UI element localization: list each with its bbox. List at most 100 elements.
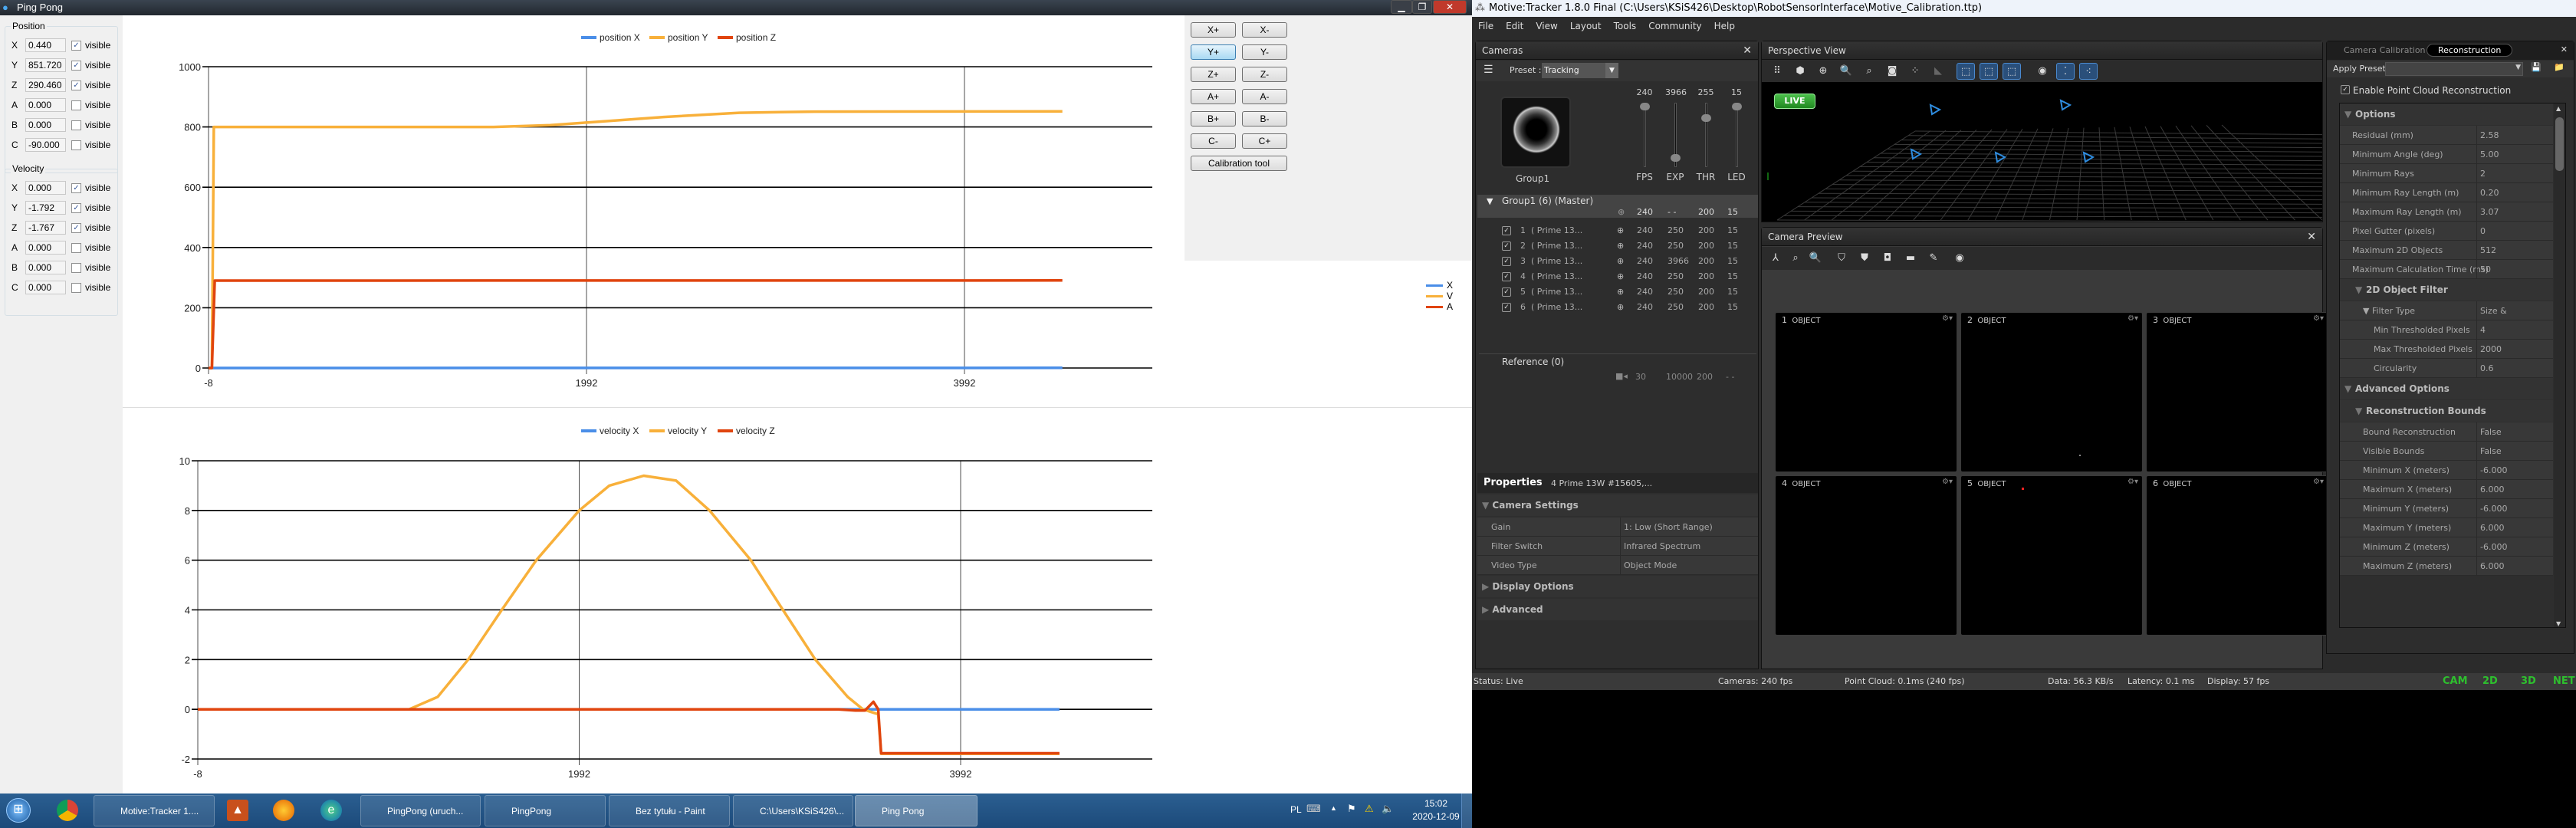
- section-header[interactable]: ▼ Reconstruction Bounds: [2340, 400, 2553, 422]
- action-center-icon[interactable]: ⚑: [1347, 803, 1356, 815]
- property-row[interactable]: Gain 1: Low (Short Range): [1477, 518, 1758, 537]
- camera-enabled-checkbox[interactable]: ✓: [1502, 226, 1511, 235]
- 3d-viewport[interactable]: [1762, 82, 2322, 222]
- clock-time[interactable]: 15:02: [1417, 798, 1455, 809]
- property-value[interactable]: -6.000: [2476, 499, 2553, 518]
- property-row[interactable]: Minimum X (meters) -6.000: [2340, 461, 2553, 480]
- tab-camera-calibration[interactable]: Camera Calibration: [2344, 45, 2426, 55]
- menu-tools[interactable]: Tools: [1614, 21, 1637, 31]
- thr-slider-thumb[interactable]: [1701, 114, 1711, 123]
- eye-icon[interactable]: ◉: [1950, 250, 1969, 267]
- property-value[interactable]: Infrared Spectrum: [1620, 537, 1758, 556]
- edge-icon[interactable]: e: [320, 800, 342, 821]
- preset-dropdown[interactable]: Tracking ▼: [1542, 63, 1618, 78]
- scrollbar-thumb[interactable]: [2555, 117, 2564, 171]
- jog-x-minus-button[interactable]: X-: [1242, 22, 1287, 38]
- section-header[interactable]: ▼ Options: [2340, 104, 2553, 125]
- property-value[interactable]: 0.6: [2476, 359, 2553, 378]
- property-value[interactable]: 1: Low (Short Range): [1620, 518, 1758, 537]
- jog-z-plus-button[interactable]: Z+: [1191, 67, 1236, 82]
- property-value[interactable]: 0: [2476, 222, 2553, 241]
- property-value[interactable]: 2000: [2476, 340, 2553, 359]
- section-header[interactable]: ▼ Advanced Options: [2340, 378, 2553, 399]
- zoom-fit-icon[interactable]: ⌕: [1860, 63, 1878, 80]
- jog-y-plus-button[interactable]: Y+: [1191, 44, 1236, 60]
- select-cameras-icon[interactable]: ⬚: [1980, 63, 1998, 80]
- tab-reconstruction[interactable]: Reconstruction: [2426, 44, 2513, 57]
- markers-icon[interactable]: ⁘: [1906, 63, 1924, 80]
- camera-row[interactable]: ✓ 3 ( Prime 13... ⊕ 240 3966 200 15: [1476, 254, 1756, 269]
- close-icon[interactable]: ✕: [2307, 228, 2316, 246]
- camera-row[interactable]: ✓ 1 ( Prime 13... ⊕ 240 250 200 15: [1476, 223, 1756, 238]
- camera-enabled-checkbox[interactable]: ✓: [1502, 242, 1511, 251]
- property-value[interactable]: 6.000: [2476, 518, 2553, 537]
- property-value[interactable]: 512: [2476, 241, 2553, 260]
- property-row[interactable]: Pixel Gutter (pixels) 0: [2340, 222, 2553, 241]
- close-icon[interactable]: ✕: [2561, 44, 2568, 54]
- property-value[interactable]: False: [2476, 442, 2553, 461]
- scroll-down-icon[interactable]: ▼: [2556, 620, 2561, 627]
- property-value[interactable]: 2: [2476, 164, 2553, 183]
- camera-settings-section[interactable]: ▼ Camera Settings: [1477, 495, 1758, 516]
- jog-y-minus-button[interactable]: Y-: [1242, 44, 1287, 60]
- jog-c-minus-button[interactable]: C-: [1191, 133, 1236, 149]
- chrome-icon[interactable]: [57, 800, 78, 821]
- property-row[interactable]: Maximum 2D Objects 512: [2340, 241, 2553, 260]
- camera-tile-2[interactable]: 2 OBJECT ⚙▾: [1960, 312, 2143, 472]
- language-indicator[interactable]: PL: [1290, 804, 1302, 815]
- property-row[interactable]: Residual (mm) 2.58: [2340, 126, 2553, 145]
- fps-slider-track[interactable]: [1644, 103, 1646, 167]
- motive-titlebar[interactable]: ⁂ Motive:Tracker 1.8.0 Final (C:\Users\K…: [1472, 0, 2576, 17]
- taskbar-item-visual-studio[interactable]: PingPong (uruch...: [360, 795, 481, 826]
- property-value[interactable]: 6.000: [2476, 557, 2553, 576]
- skeleton-icon[interactable]: ◣: [1929, 63, 1947, 80]
- eye-icon[interactable]: ◉: [2033, 63, 2052, 80]
- property-value[interactable]: 2.58: [2476, 126, 2553, 145]
- property-row[interactable]: Maximum Calculation Time (ms) 50: [2340, 260, 2553, 279]
- property-row[interactable]: Max Thresholded Pixels 2000: [2340, 340, 2553, 359]
- camera-tile-5[interactable]: 5 OBJECT ⚙▾: [1960, 475, 2143, 636]
- mask-circle-icon[interactable]: ◘: [1878, 250, 1897, 267]
- property-value[interactable]: 3.07: [2476, 202, 2553, 222]
- property-row[interactable]: Filter Switch Infrared Spectrum: [1477, 537, 1758, 556]
- property-row[interactable]: Bound Reconstruction False: [2340, 422, 2553, 442]
- jog-c-plus-button[interactable]: C+: [1242, 133, 1287, 149]
- exp-slider-thumb[interactable]: [1671, 153, 1681, 162]
- property-value[interactable]: -6.000: [2476, 537, 2553, 557]
- property-value[interactable]: Size & Roundness: [2476, 301, 2553, 335]
- apply-preset-dropdown[interactable]: ▼: [2385, 62, 2523, 76]
- camera-row[interactable]: ✓ 4 ( Prime 13... ⊕ 240 250 200 15: [1476, 269, 1756, 284]
- mask-rect-icon[interactable]: ▬: [1901, 250, 1920, 267]
- folder-icon[interactable]: 📁: [2554, 62, 2564, 72]
- property-value[interactable]: 6.000: [2476, 480, 2553, 499]
- cube-icon[interactable]: ⬢: [1791, 63, 1809, 80]
- taskbar-item-folder[interactable]: PingPong: [485, 795, 606, 826]
- close-icon[interactable]: ✕: [1743, 41, 1752, 60]
- minimize-button[interactable]: ▁: [1391, 0, 1412, 14]
- camera-tile-3[interactable]: 3 OBJECT ⚙▾: [2146, 312, 2328, 472]
- maximize-button[interactable]: ❐: [1412, 0, 1432, 14]
- zoom-target-icon[interactable]: ⊕: [1814, 63, 1832, 80]
- property-row[interactable]: Minimum Ray Length (m) 0.20: [2340, 183, 2553, 202]
- view-rigidbodies-icon[interactable]: ⁖: [2079, 63, 2098, 80]
- tray-expand-icon[interactable]: ▲: [1330, 804, 1337, 812]
- grid-icon[interactable]: ⠿: [1768, 63, 1786, 80]
- gear-icon[interactable]: ⚙▾: [1942, 314, 1953, 323]
- jog-a-plus-button[interactable]: A+: [1191, 89, 1236, 104]
- view-markers-icon[interactable]: ⁚: [2056, 63, 2075, 80]
- group-header-row[interactable]: ▼ Group1 (6) (Master) ⊕ 240 - - 200 15: [1477, 195, 1758, 218]
- network-warning-icon[interactable]: ⚠: [1365, 803, 1374, 815]
- led-slider-track[interactable]: [1736, 103, 1738, 167]
- gear-icon[interactable]: ⚙▾: [2128, 314, 2138, 323]
- property-value[interactable]: 50: [2476, 260, 2553, 279]
- zoom-selection-icon[interactable]: 🔍: [1837, 63, 1855, 80]
- property-row[interactable]: Circularity 0.6: [2340, 359, 2553, 378]
- legend-label[interactable]: velocity Y: [668, 426, 707, 436]
- property-value[interactable]: 5.00: [2476, 145, 2553, 164]
- camera-enabled-checkbox[interactable]: ✓: [1502, 272, 1511, 281]
- camera-row[interactable]: ✓ 6 ( Prime 13... ⊕ 240 250 200 15: [1476, 300, 1756, 315]
- property-row[interactable]: ▼ Filter Type Size & Roundness: [2340, 301, 2553, 335]
- taskbar-item-console[interactable]: C:\Users\KSiS426\...: [733, 795, 853, 826]
- property-row[interactable]: Minimum Y (meters) -6.000: [2340, 499, 2553, 518]
- property-row[interactable]: Video Type Object Mode: [1477, 556, 1758, 575]
